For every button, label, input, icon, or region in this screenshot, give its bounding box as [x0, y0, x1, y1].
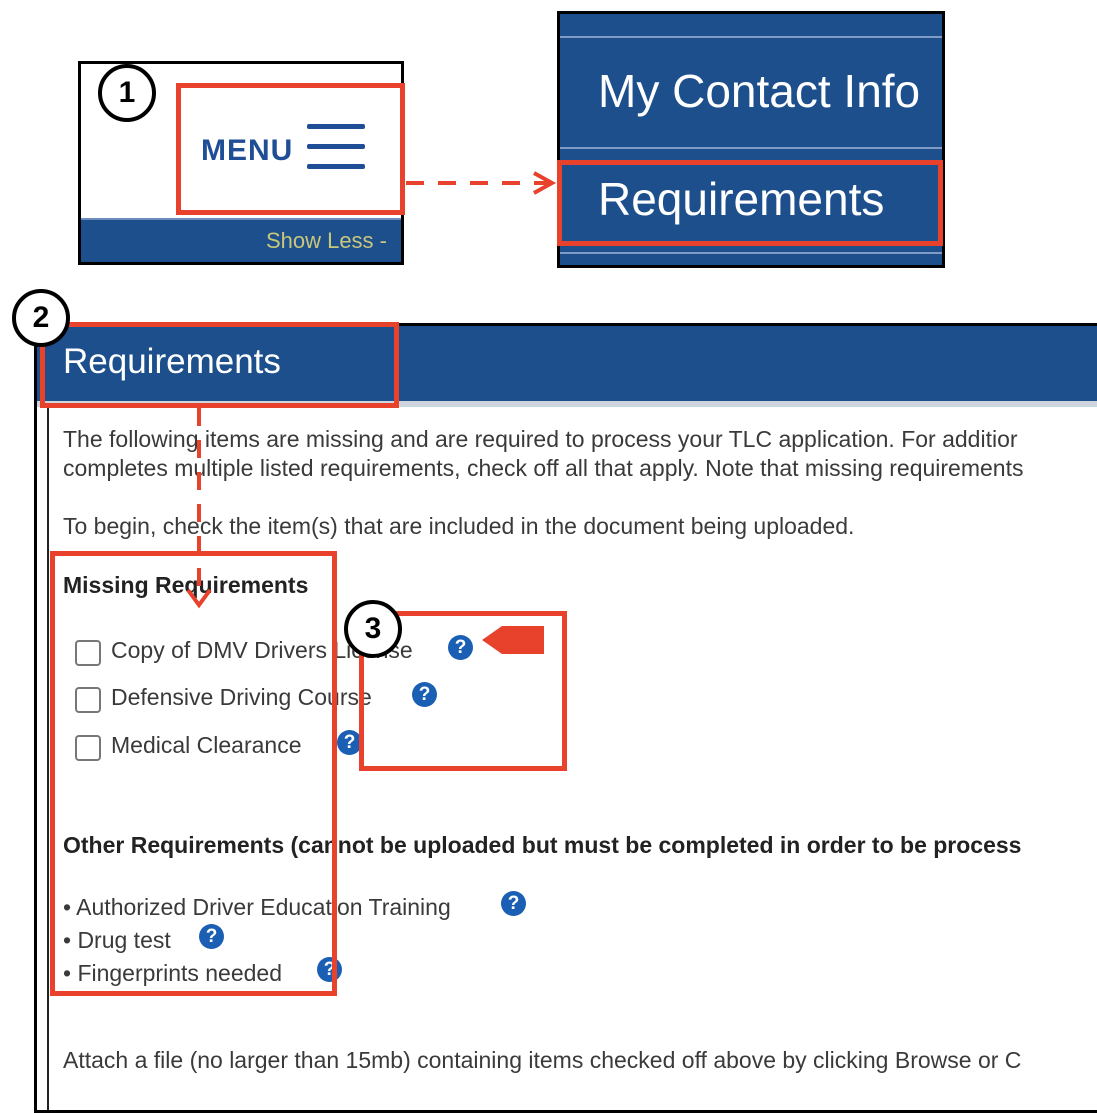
callout-arrows	[186, 171, 557, 654]
arrow-icon	[186, 408, 212, 609]
step-badge-3: 3	[344, 600, 402, 658]
step-badge-1: 1	[98, 64, 156, 122]
arrow-icon	[406, 171, 557, 195]
step-badge-2: 2	[12, 289, 70, 347]
arrow-icon	[482, 626, 544, 654]
